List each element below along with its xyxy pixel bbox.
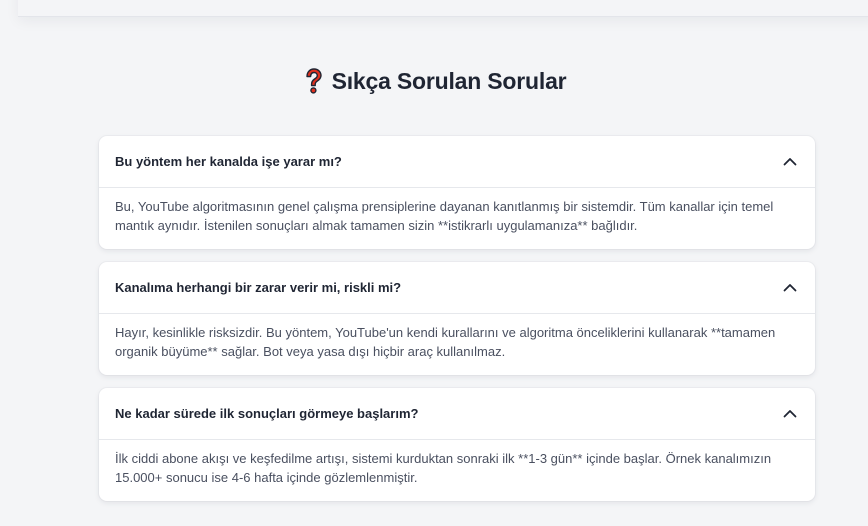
faq-question-text: Ne kadar sürede ilk sonuçları görmeye ba… [115, 406, 419, 421]
chevron-up-icon[interactable] [781, 279, 799, 297]
previous-section-card [18, 0, 868, 17]
faq-question-text: Kanalıma herhangi bir zarar verir mi, ri… [115, 280, 402, 295]
faq-question-toggle[interactable]: Bu yöntem her kanalda işe yarar mı? [99, 136, 815, 188]
faq-list: Bu yöntem her kanalda işe yarar mı? Bu, … [99, 136, 815, 514]
faq-section-title: Sıkça Sorulan Sorular [0, 66, 868, 96]
faq-answer-text: Hayır, kesinlikle risksizdir. Bu yöntem,… [115, 325, 776, 359]
red-question-mark-icon [302, 66, 326, 96]
faq-item: Ne kadar sürede ilk sonuçları görmeye ba… [99, 388, 815, 501]
chevron-up-icon[interactable] [781, 153, 799, 171]
faq-question-toggle[interactable]: Ne kadar sürede ilk sonuçları görmeye ba… [99, 388, 815, 440]
faq-item: Bu yöntem her kanalda işe yarar mı? Bu, … [99, 136, 815, 249]
faq-question-text: Bu yöntem her kanalda işe yarar mı? [115, 154, 342, 169]
chevron-up-icon[interactable] [781, 405, 799, 423]
faq-answer-text: Bu, YouTube algoritmasının genel çalışma… [115, 199, 774, 233]
faq-question-toggle[interactable]: Kanalıma herhangi bir zarar verir mi, ri… [99, 262, 815, 314]
faq-item: Kanalıma herhangi bir zarar verir mi, ri… [99, 262, 815, 375]
faq-title-text: Sıkça Sorulan Sorular [331, 67, 567, 94]
faq-answer-text: İlk ciddi abone akışı ve keşfedilme artı… [115, 451, 772, 485]
